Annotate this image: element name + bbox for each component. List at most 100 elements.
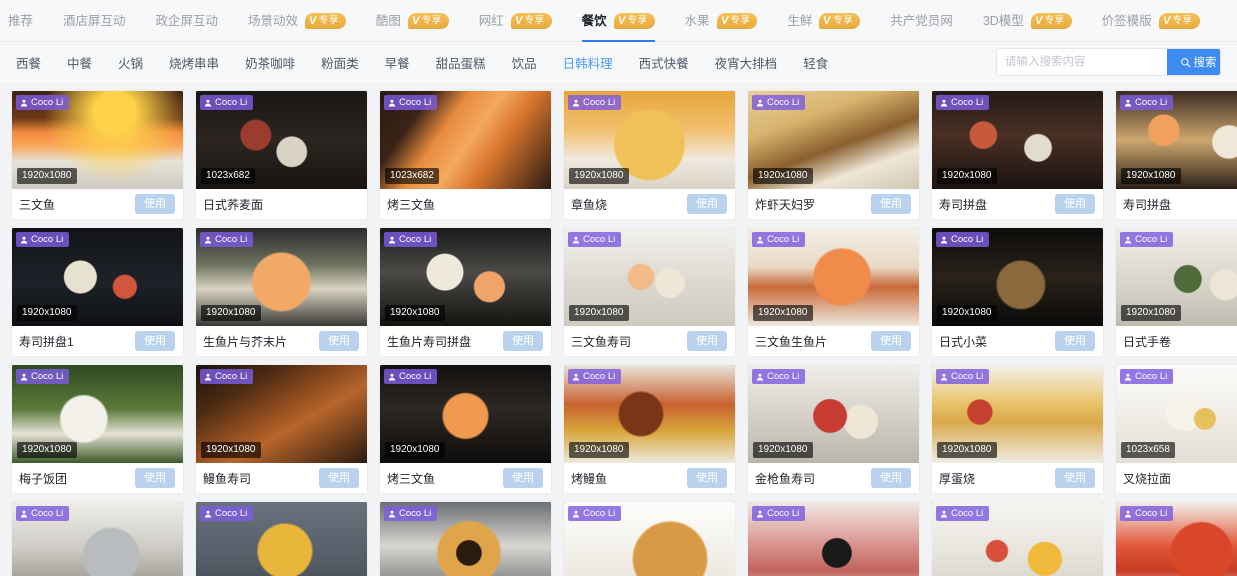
- use-button[interactable]: 使用: [871, 194, 911, 214]
- use-button[interactable]: 使用: [687, 194, 727, 214]
- card-thumbnail[interactable]: Coco Li: [380, 502, 551, 576]
- card-thumbnail[interactable]: Coco Li 1920x1080: [932, 91, 1103, 189]
- material-card[interactable]: Coco Li: [12, 502, 183, 576]
- use-button[interactable]: 使用: [687, 331, 727, 351]
- card-thumbnail[interactable]: Coco Li 1023x682: [380, 91, 551, 189]
- card-thumbnail[interactable]: Coco Li 1920x1080: [932, 365, 1103, 463]
- use-button[interactable]: 使用: [135, 194, 175, 214]
- material-card[interactable]: Coco Li 1920x1080 鳗鱼寿司 使用: [196, 365, 367, 493]
- material-card[interactable]: Coco Li1920x1080寿司拼盘使用: [932, 91, 1103, 219]
- use-button[interactable]: 使用: [319, 468, 359, 488]
- material-card[interactable]: Coco Li 1920x1080 金枪鱼寿司 使用: [748, 365, 919, 493]
- use-button[interactable]: 使用: [1055, 468, 1095, 488]
- material-card[interactable]: Coco Li 1920x1080 厚蛋烧 使用: [932, 365, 1103, 493]
- card-thumbnail[interactable]: Coco Li: [932, 502, 1103, 576]
- material-card[interactable]: Coco Li1920x1080寿司拼盘使用: [1116, 91, 1237, 219]
- category-filter-item-4[interactable]: 奶茶咖啡: [245, 53, 295, 72]
- card-thumbnail[interactable]: Coco Li 1023x682: [196, 91, 367, 189]
- material-card[interactable]: Coco Li 1920x1080 生鱼片与芥末片 使用: [196, 228, 367, 356]
- primary-nav-item-5[interactable]: 网红 V 专享: [479, 0, 552, 42]
- material-card[interactable]: Coco Li 1023x658 叉烧拉面使用: [1116, 365, 1237, 493]
- use-button[interactable]: 使用: [135, 468, 175, 488]
- material-card[interactable]: Coco Li: [196, 502, 367, 576]
- card-thumbnail[interactable]: Coco Li: [196, 502, 367, 576]
- card-thumbnail[interactable]: Coco Li: [564, 502, 735, 576]
- card-thumbnail[interactable]: Coco Li 1920x1080: [1116, 228, 1237, 326]
- material-card[interactable]: Coco Li 1920x1080 寿司拼盘1 使用: [12, 228, 183, 356]
- primary-nav-item-6[interactable]: 餐饮 V 专享: [581, 0, 655, 42]
- material-card[interactable]: Coco Li 1920x1080 生鱼片寿司拼盘 使用: [380, 228, 551, 356]
- primary-nav-item-11[interactable]: 价签模版 V 专享: [1102, 0, 1200, 42]
- card-thumbnail[interactable]: Coco Li: [12, 502, 183, 576]
- use-button[interactable]: 使用: [503, 331, 543, 351]
- primary-nav-item-9[interactable]: 共产党员网: [890, 0, 953, 42]
- material-card[interactable]: Coco Li 1023x682 日式荞麦面使用: [196, 91, 367, 219]
- category-filter-item-10[interactable]: 西式快餐: [639, 53, 689, 72]
- card-thumbnail[interactable]: Coco Li 1920x1080: [380, 365, 551, 463]
- material-card[interactable]: Coco Li 1920x1080 三文鱼 使用: [12, 91, 183, 219]
- category-filter-item-9[interactable]: 日韩料理: [563, 53, 613, 72]
- card-thumbnail[interactable]: Coco Li 1920x1080: [932, 228, 1103, 326]
- category-filter-item-7[interactable]: 甜品蛋糕: [436, 53, 486, 72]
- category-filter-item-0[interactable]: 西餐: [16, 53, 41, 72]
- material-card[interactable]: Coco Li 1023x682 烤三文鱼使用: [380, 91, 551, 219]
- card-thumbnail[interactable]: Coco Li 1920x1080: [748, 365, 919, 463]
- card-thumbnail[interactable]: Coco Li: [748, 502, 919, 576]
- category-filter-item-1[interactable]: 中餐: [67, 53, 92, 72]
- use-button[interactable]: 使用: [503, 468, 543, 488]
- card-thumbnail[interactable]: Coco Li 1920x1080: [1116, 91, 1237, 189]
- material-card[interactable]: Coco Li: [748, 502, 919, 576]
- use-button[interactable]: 使用: [319, 331, 359, 351]
- card-thumbnail[interactable]: Coco Li 1920x1080: [564, 228, 735, 326]
- material-card[interactable]: Coco Li 1920x1080 烤三文鱼 使用: [380, 365, 551, 493]
- primary-nav-item-3[interactable]: 场景动效 V 专享: [248, 0, 346, 42]
- material-card[interactable]: Coco Li 1920x1080 章鱼烧 使用: [564, 91, 735, 219]
- primary-nav-item-0[interactable]: 推荐: [8, 0, 33, 42]
- primary-nav-item-2[interactable]: 政企屏互动: [156, 0, 219, 42]
- category-filter-item-8[interactable]: 饮品: [512, 53, 537, 72]
- card-thumbnail[interactable]: Coco Li 1920x1080: [196, 365, 367, 463]
- use-button[interactable]: 使用: [871, 331, 911, 351]
- primary-nav-item-10[interactable]: 3D模型 V 专享: [983, 0, 1072, 42]
- category-filter-item-6[interactable]: 早餐: [385, 53, 410, 72]
- use-button[interactable]: 使用: [687, 468, 727, 488]
- card-thumbnail[interactable]: Coco Li 1920x1080: [12, 228, 183, 326]
- card-thumbnail[interactable]: Coco Li 1023x658: [1116, 365, 1237, 463]
- material-card[interactable]: Coco Li 1920x1080 日式小菜 使用: [932, 228, 1103, 356]
- material-card[interactable]: Coco Li 1920x1080 日式手卷使用: [1116, 228, 1237, 356]
- material-card[interactable]: Coco Li 1920x1080 三文鱼生鱼片 使用: [748, 228, 919, 356]
- primary-nav-item-7[interactable]: 水果 V 专享: [685, 0, 758, 42]
- material-card[interactable]: Coco Li: [932, 502, 1103, 576]
- material-card[interactable]: Coco Li: [564, 502, 735, 576]
- category-filter-item-12[interactable]: 轻食: [803, 53, 828, 72]
- use-button[interactable]: 使用: [1055, 194, 1095, 214]
- material-card[interactable]: Coco Li 1920x1080 梅子饭团 使用: [12, 365, 183, 493]
- search-input[interactable]: [997, 49, 1167, 75]
- card-thumbnail[interactable]: Coco Li 1920x1080: [748, 91, 919, 189]
- primary-nav-item-1[interactable]: 酒店屏互动: [63, 0, 126, 42]
- card-thumbnail[interactable]: Coco Li 1920x1080: [12, 365, 183, 463]
- card-thumbnail[interactable]: Coco Li: [1116, 502, 1237, 576]
- card-thumbnail[interactable]: Coco Li 1920x1080: [748, 228, 919, 326]
- card-thumbnail[interactable]: Coco Li 1920x1080: [12, 91, 183, 189]
- category-filter-item-3[interactable]: 烧烤串串: [169, 53, 219, 72]
- category-filter-item-2[interactable]: 火锅: [118, 53, 143, 72]
- card-thumbnail[interactable]: Coco Li 1920x1080: [564, 365, 735, 463]
- primary-nav-item-8[interactable]: 生鲜 V 专享: [787, 0, 861, 42]
- card-thumbnail[interactable]: Coco Li 1920x1080: [380, 228, 551, 326]
- use-button[interactable]: 使用: [871, 468, 911, 488]
- search-button[interactable]: 搜索: [1167, 49, 1220, 75]
- category-filter-item-11[interactable]: 夜宵大排档: [715, 53, 778, 72]
- material-card[interactable]: Coco Li 1920x1080 烤鳗鱼 使用: [564, 365, 735, 493]
- material-card[interactable]: Coco Li 1920x1080 三文鱼寿司 使用: [564, 228, 735, 356]
- use-button[interactable]: 使用: [1055, 331, 1095, 351]
- use-button[interactable]: 使用: [135, 331, 175, 351]
- card-thumbnail[interactable]: Coco Li 1920x1080: [196, 228, 367, 326]
- card-thumbnail[interactable]: Coco Li 1920x1080: [564, 91, 735, 189]
- material-card[interactable]: Coco Li: [380, 502, 551, 576]
- material-card[interactable]: Coco Li 1920x1080 炸虾天妇罗 使用: [748, 91, 919, 219]
- primary-nav-item-4[interactable]: 酷图 V 专享: [376, 0, 449, 42]
- category-filter-item-5[interactable]: 粉面类: [321, 53, 359, 72]
- material-card[interactable]: Coco Li: [1116, 502, 1237, 576]
- search-box[interactable]: 搜索: [996, 48, 1221, 76]
